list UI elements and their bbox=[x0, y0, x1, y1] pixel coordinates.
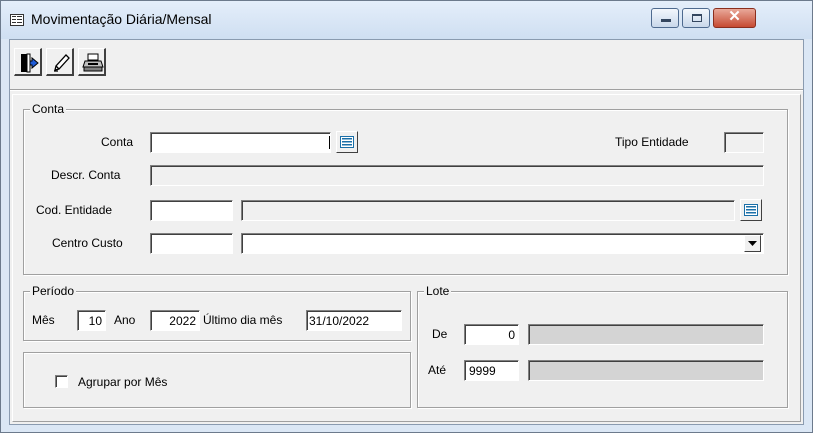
form-panel: Conta Conta Tipo Entidade Descr. Conta C… bbox=[12, 94, 801, 422]
entidade-descr-field bbox=[241, 200, 735, 221]
lote-group-caption: Lote bbox=[424, 284, 452, 298]
ano-input[interactable]: 2022 bbox=[150, 310, 200, 331]
ate-descr-field bbox=[528, 360, 764, 381]
list-lookup-icon bbox=[340, 136, 354, 148]
client-area: Conta Conta Tipo Entidade Descr. Conta C… bbox=[9, 39, 804, 425]
ate-label: Até bbox=[428, 363, 447, 377]
main-window: Movimentação Diária/Mensal ✕ Conta Conta… bbox=[0, 0, 813, 433]
tipo-entidade-field bbox=[724, 132, 764, 153]
ano-label: Ano bbox=[114, 313, 136, 327]
toolbar bbox=[10, 40, 803, 92]
list-lookup-icon bbox=[744, 204, 758, 216]
mes-label: Mês bbox=[32, 313, 55, 327]
descr-conta-label: Descr. Conta bbox=[51, 168, 121, 182]
chevron-down-icon bbox=[748, 241, 757, 246]
text-caret bbox=[329, 136, 330, 149]
ultimo-dia-label: Último dia mês bbox=[203, 313, 283, 327]
close-button[interactable]: ✕ bbox=[713, 8, 756, 28]
conta-label: Conta bbox=[101, 135, 134, 149]
agrupar-label: Agrupar por Mês bbox=[78, 375, 168, 389]
cod-entidade-input[interactable] bbox=[150, 200, 233, 221]
cod-entidade-label: Cod. Entidade bbox=[36, 203, 113, 217]
mes-input[interactable]: 10 bbox=[77, 310, 106, 331]
ate-input[interactable]: 9999 bbox=[464, 360, 519, 381]
ultimo-dia-field: 31/10/2022 bbox=[306, 310, 402, 331]
minimize-icon bbox=[661, 19, 671, 22]
entidade-lookup-button[interactable] bbox=[740, 199, 762, 221]
lote-group: Lote bbox=[417, 284, 788, 408]
maximize-button[interactable] bbox=[682, 8, 710, 28]
title-bar[interactable]: Movimentação Diária/Mensal ✕ bbox=[1, 1, 812, 39]
print-button[interactable] bbox=[78, 48, 106, 76]
window-title: Movimentação Diária/Mensal bbox=[31, 11, 212, 27]
form-icon bbox=[10, 14, 24, 26]
descr-conta-field bbox=[150, 165, 764, 186]
printer-icon bbox=[82, 53, 104, 72]
centro-custo-select[interactable] bbox=[241, 233, 764, 254]
conta-group-caption: Conta bbox=[30, 102, 67, 116]
exit-door-icon bbox=[21, 53, 39, 73]
close-icon: ✕ bbox=[728, 8, 741, 25]
clear-button[interactable] bbox=[46, 48, 74, 76]
conta-lookup-button[interactable] bbox=[336, 131, 358, 153]
de-input[interactable]: 0 bbox=[464, 324, 519, 345]
conta-input[interactable] bbox=[150, 132, 331, 153]
centro-custo-input[interactable] bbox=[150, 233, 233, 254]
de-label: De bbox=[432, 327, 448, 341]
periodo-group-caption: Período bbox=[30, 284, 77, 298]
maximize-icon bbox=[692, 14, 702, 22]
minimize-button[interactable] bbox=[651, 8, 679, 28]
toolbar-separator bbox=[10, 89, 803, 91]
agrupar-checkbox[interactable] bbox=[55, 375, 68, 388]
centro-custo-dropdown-button[interactable] bbox=[744, 235, 761, 252]
eraser-icon bbox=[54, 54, 70, 72]
exit-button[interactable] bbox=[14, 48, 42, 76]
centro-custo-label: Centro Custo bbox=[52, 236, 123, 250]
de-descr-field bbox=[528, 324, 764, 345]
tipo-entidade-label: Tipo Entidade bbox=[615, 135, 689, 149]
